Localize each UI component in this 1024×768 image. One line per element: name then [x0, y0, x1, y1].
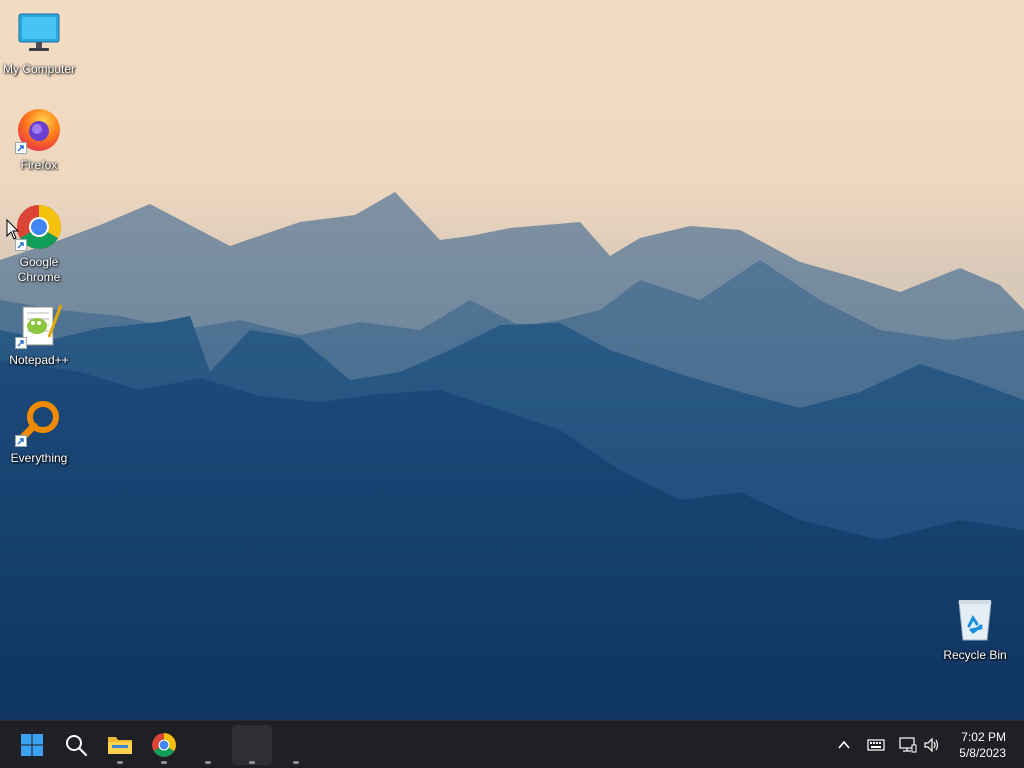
running-indicator	[205, 761, 211, 764]
desktop-icon-my-computer[interactable]: My Computer	[0, 10, 78, 77]
show-hidden-icons-button[interactable]	[832, 733, 856, 757]
chrome-icon	[15, 203, 63, 251]
volume-button[interactable]	[920, 733, 944, 757]
clock-time: 7:02 PM	[961, 730, 1006, 744]
everything-search-icon	[15, 399, 63, 447]
desktop-icon-label: Firefox	[20, 158, 58, 172]
shortcut-arrow-icon	[15, 435, 27, 447]
monitor-icon	[15, 10, 63, 58]
chrome-taskbar-button[interactable]	[144, 725, 184, 765]
taskbar: 7:02 PM 5/8/2023	[0, 720, 1024, 768]
desktop-icon-google-chrome[interactable]: Google Chrome	[0, 203, 78, 285]
shortcut-arrow-icon	[15, 142, 27, 154]
taskbar-app-button-2[interactable]	[232, 725, 272, 765]
search-icon	[66, 735, 88, 757]
network-button[interactable]	[896, 733, 920, 757]
recycle-bin-icon	[951, 596, 999, 644]
file-explorer-button[interactable]	[100, 725, 140, 765]
clock-date: 5/8/2023	[959, 746, 1006, 760]
desktop-icon-label: Google Chrome	[17, 255, 61, 284]
running-indicator	[249, 761, 255, 764]
keyboard-icon	[867, 739, 885, 751]
firefox-icon	[15, 106, 63, 154]
desktop-icon-everything[interactable]: Everything	[0, 399, 78, 466]
taskbar-app-button-1[interactable]	[188, 725, 228, 765]
desktop-icon-label: Recycle Bin	[943, 648, 1007, 662]
running-indicator	[161, 761, 167, 764]
desktop-icon-notepad-plus-plus[interactable]: Notepad++	[0, 301, 78, 368]
desktop-icon-recycle-bin[interactable]: Recycle Bin	[936, 596, 1014, 663]
mouse-cursor-icon	[6, 219, 20, 240]
desktop-icon-label: Everything	[10, 451, 68, 465]
taskbar-app-button-3[interactable]	[276, 725, 316, 765]
volume-icon	[924, 737, 939, 753]
file-explorer-icon	[108, 737, 132, 754]
network-icon	[899, 737, 917, 753]
running-indicator	[117, 761, 123, 764]
system-clock[interactable]: 7:02 PM 5/8/2023	[959, 729, 1006, 761]
search-button[interactable]	[56, 725, 96, 765]
chevron-up-icon	[838, 740, 850, 749]
desktop-wallpaper	[0, 0, 1024, 720]
running-indicator	[293, 761, 299, 764]
shortcut-arrow-icon	[15, 337, 27, 349]
desktop-icon-label: Notepad++	[9, 353, 69, 367]
windows-start-icon	[21, 734, 43, 756]
desktop-icon-label: My Computer	[2, 62, 76, 76]
keyboard-button[interactable]	[864, 733, 888, 757]
start-button[interactable]	[12, 725, 52, 765]
desktop-icon-firefox[interactable]: Firefox	[0, 106, 78, 173]
notepad-plus-plus-icon	[15, 301, 63, 349]
chrome-icon	[152, 733, 176, 757]
